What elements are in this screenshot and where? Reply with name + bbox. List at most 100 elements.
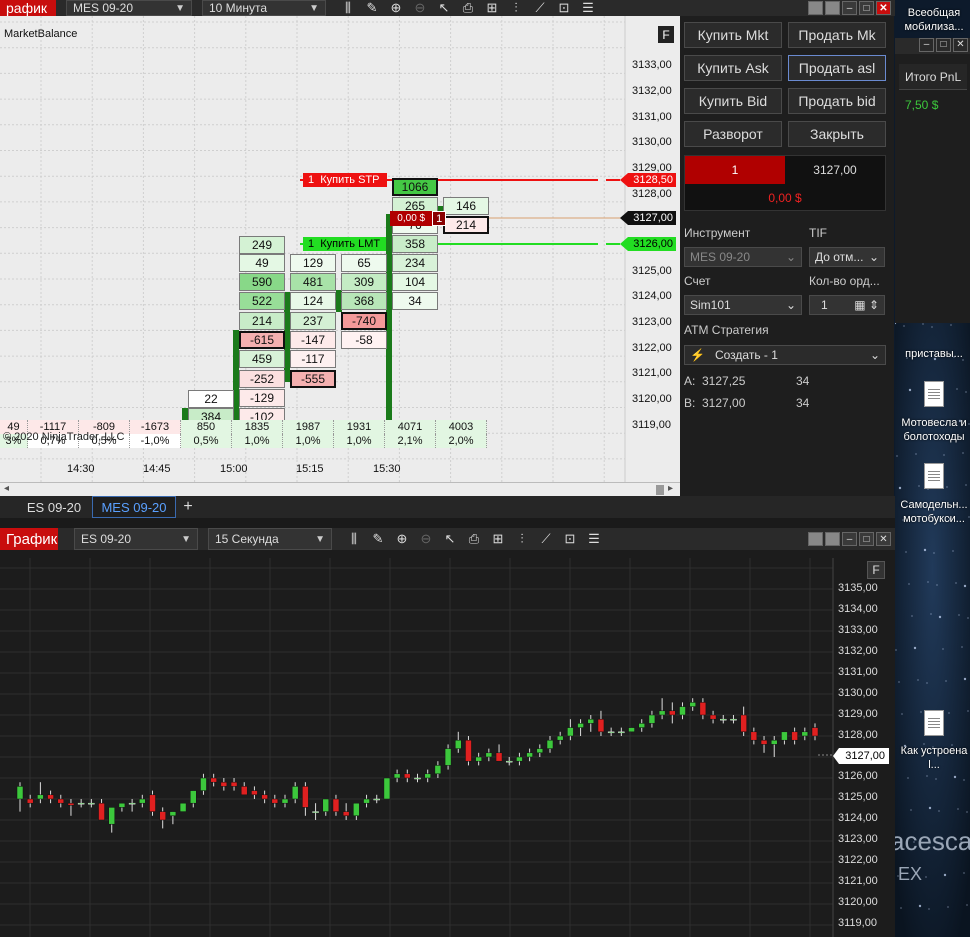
top-instrument-select[interactable]: MES 09-20 ▼ <box>66 0 192 16</box>
tif-select[interactable]: До отм... ⌄ <box>809 247 885 267</box>
restore-icon[interactable] <box>808 1 823 15</box>
sell-ask-button[interactable]: Продать asl <box>788 55 886 81</box>
data-box-icon[interactable]: ⎙ <box>462 531 486 547</box>
atm-strategy-label: ATM Стратегия <box>684 323 769 337</box>
bid-label: B: <box>684 396 696 410</box>
candle <box>567 719 574 741</box>
desktop-icon-label-4[interactable]: Самодельн... мотобукси... <box>898 498 970 526</box>
candle <box>108 807 115 833</box>
zoom-out-icon[interactable]: ⊖ <box>408 0 432 16</box>
instrument-select[interactable]: MES 09-20 ⌄ <box>684 247 802 267</box>
position-display: 1 3127,00 0,00 $ <box>684 155 886 211</box>
add-tab-button[interactable]: + <box>178 496 198 518</box>
bid-price: 3127,00 <box>702 396 746 410</box>
maximize-icon[interactable]: □ <box>936 38 951 52</box>
stats-cell: 4071 <box>385 420 436 434</box>
quantity-stepper[interactable]: 1 ▦ ⇕ <box>809 295 885 315</box>
close-position-button[interactable]: Закрыть <box>788 121 886 147</box>
properties-icon[interactable]: ☰ <box>582 531 606 547</box>
bar-type-icon[interactable]: ⫼ <box>342 531 366 547</box>
drawing-tools-icon[interactable]: ⟋ <box>528 0 552 16</box>
position-marker[interactable]: 0,00 $ 1 <box>390 211 446 226</box>
zoom-in-icon[interactable]: ⊕ <box>384 0 408 16</box>
reverse-button[interactable]: Разворот <box>684 121 782 147</box>
properties-icon[interactable]: ☰ <box>576 0 600 16</box>
tab-es-0920[interactable]: ES 09-20 <box>18 496 90 518</box>
close-icon[interactable]: ✕ <box>876 532 891 546</box>
document-icon[interactable] <box>924 463 944 489</box>
document-icon[interactable] <box>924 381 944 407</box>
pencil-icon[interactable]: ✎ <box>366 531 390 547</box>
time-label: 15:15 <box>296 463 324 475</box>
sell-bid-button[interactable]: Продать bid <box>788 88 886 114</box>
drawing-tools-icon[interactable]: ⟋ <box>534 531 558 547</box>
close-icon[interactable]: ✕ <box>953 38 968 52</box>
candle <box>689 698 696 711</box>
account-select[interactable]: Sim101 ⌄ <box>684 295 802 315</box>
buy-market-button[interactable]: Купить Mkt <box>684 22 782 48</box>
buy-bid-button[interactable]: Купить Bid <box>684 88 782 114</box>
candle <box>455 731 462 753</box>
candle <box>37 782 44 804</box>
minimize-icon[interactable]: – <box>842 532 857 546</box>
sell-market-button[interactable]: Продать Mk <box>788 22 886 48</box>
scroll-right-icon[interactable]: ▸ <box>668 483 673 494</box>
strategies-icon[interactable]: ⫶ <box>504 0 528 16</box>
tile-icon[interactable] <box>825 1 840 15</box>
tile-icon[interactable] <box>825 532 840 546</box>
desktop-icon-label-2[interactable]: приставы... <box>898 347 970 361</box>
candle <box>179 802 187 812</box>
bottom-interval-select[interactable]: 15 Секунда ▼ <box>208 528 332 550</box>
ladder-cell: 124 <box>290 292 336 310</box>
cursor-icon[interactable]: ↖ <box>438 531 462 547</box>
f-button[interactable]: F <box>658 26 674 43</box>
desktop-icon-label-5[interactable]: Как устроена l... <box>898 744 970 772</box>
indicators-icon[interactable]: ⊞ <box>486 531 510 547</box>
position-pnl: 0,00 $ <box>390 211 433 226</box>
candle <box>424 769 431 783</box>
scroll-left-icon[interactable]: ◂ <box>4 483 9 494</box>
chart-trader-icon[interactable]: ⊡ <box>552 0 576 16</box>
pencil-icon[interactable]: ✎ <box>360 0 384 16</box>
candle <box>261 790 268 804</box>
minimize-icon[interactable]: – <box>842 1 857 15</box>
buy-lmt-order[interactable]: 1 Купить LMT <box>303 237 387 251</box>
ladder-cell: 34 <box>392 292 438 310</box>
desktop-icon-label-1[interactable]: Всеобщая мобилиза... <box>898 6 970 34</box>
ask-size: 34 <box>796 374 810 388</box>
buy-stp-order[interactable]: 1 Купить STP <box>303 173 387 187</box>
horizontal-scrollbar[interactable]: ◂ ▸ <box>0 482 680 496</box>
indicators-icon[interactable]: ⊞ <box>480 0 504 16</box>
buy-ask-button[interactable]: Купить Ask <box>684 55 782 81</box>
top-interval-select[interactable]: 10 Минута ▼ <box>202 0 326 16</box>
document-icon[interactable] <box>924 710 944 736</box>
price-label: 3124,00 <box>632 290 672 302</box>
stats-cell: 850 <box>181 420 232 434</box>
chevron-down-icon: ⌄ <box>785 298 796 312</box>
f-button[interactable]: F <box>867 561 885 579</box>
wallpaper-text-2: EX <box>898 864 923 884</box>
top-chart-area[interactable]: MarketBalance F 3133,00 3132,00 3131,00 … <box>0 16 680 496</box>
restore-icon[interactable] <box>808 532 823 546</box>
minimize-icon[interactable]: – <box>919 38 934 52</box>
price-label: 3119,00 <box>632 419 671 431</box>
bar-type-icon[interactable]: ⫼ <box>336 0 360 16</box>
stats-cell: 1,0% <box>232 434 283 448</box>
indicator-label: MarketBalance <box>4 28 78 40</box>
atm-strategy-select[interactable]: ⚡ Создать - 1 ⌄ <box>684 345 886 365</box>
scroll-thumb[interactable] <box>656 485 664 495</box>
data-box-icon[interactable]: ⎙ <box>456 0 480 16</box>
maximize-icon[interactable]: □ <box>859 1 874 15</box>
candlestick-chart[interactable] <box>0 558 895 937</box>
zoom-in-icon[interactable]: ⊕ <box>390 531 414 547</box>
calculator-icon[interactable]: ▦ ⇕ <box>854 298 879 312</box>
desktop-icon-label-3[interactable]: Мотовесла и болотоходы <box>898 416 970 444</box>
cursor-icon[interactable]: ↖ <box>432 0 456 16</box>
zoom-out-icon[interactable]: ⊖ <box>414 531 438 547</box>
chart-trader-icon[interactable]: ⊡ <box>558 531 582 547</box>
close-icon[interactable]: ✕ <box>876 1 891 15</box>
maximize-icon[interactable]: □ <box>859 532 874 546</box>
strategies-icon[interactable]: ⫶ <box>510 531 534 547</box>
bottom-instrument-select[interactable]: ES 09-20 ▼ <box>74 528 198 550</box>
tab-mes-0920[interactable]: MES 09-20 <box>92 496 176 518</box>
